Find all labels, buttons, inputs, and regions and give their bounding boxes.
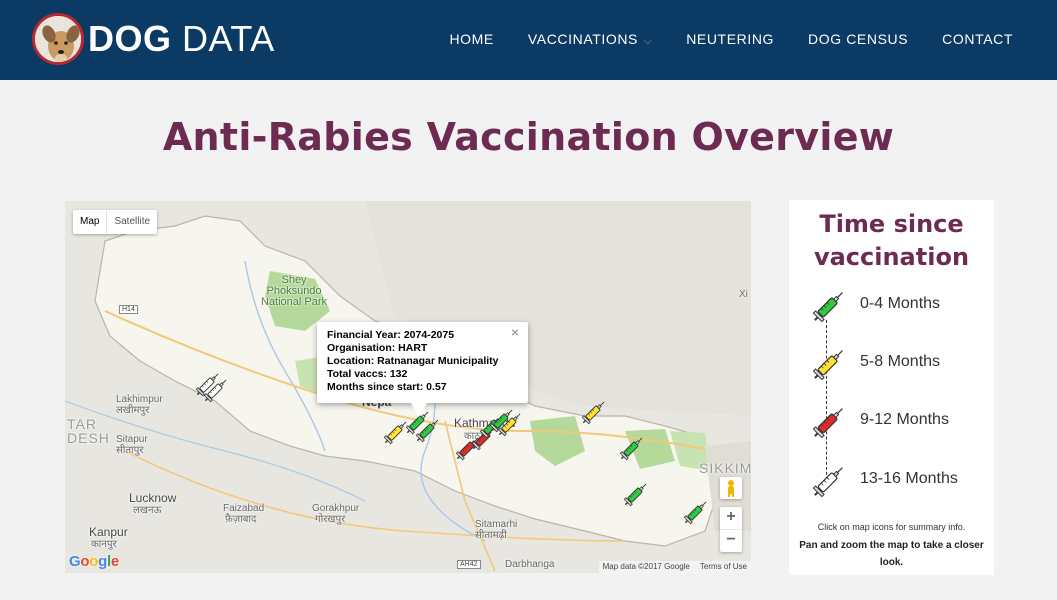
place-label-kathmandu-dev: काठमा: [464, 431, 489, 442]
zoom-out-button[interactable]: −: [720, 529, 742, 551]
page-title: Anti-Rabies Vaccination Overview: [162, 115, 895, 159]
place-label-sikkim: SIKKIM: [699, 460, 751, 476]
syringe-icon: [812, 350, 843, 381]
place-label-faizabad-dev: फ़ैज़ाबाद: [225, 514, 257, 525]
place-label-kathmandu: Kathmandu: [454, 416, 516, 430]
close-icon[interactable]: ×: [511, 325, 519, 339]
info-window-tail: [411, 403, 427, 417]
terms-of-use-link[interactable]: Terms of Use: [700, 562, 747, 572]
place-label-lucknow: Lucknow: [129, 491, 177, 505]
info-window: × Financial Year: 2074-2075 Organisation…: [317, 322, 528, 403]
info-location: Location: Ratnanagar Municipality: [327, 355, 499, 367]
info-financial-year: Financial Year: 2074-2075: [327, 329, 455, 341]
place-label-gorakhpur-dev: गोरखपुर: [315, 514, 346, 525]
nav-contact[interactable]: CONTACT: [942, 31, 1013, 47]
place-label-darbhanga: Darbhanga: [505, 559, 555, 570]
google-logo-letter: e: [110, 553, 119, 570]
place-label-faizabad: Faizabad: [223, 503, 265, 514]
legend-label: 0-4 Months: [860, 295, 941, 312]
nav-home[interactable]: HOME: [449, 31, 493, 47]
legend-item-9-12: 9-12 Months: [809, 402, 979, 442]
syringe-icon: [812, 408, 843, 439]
legend-title: Time since vaccination: [813, 210, 970, 271]
place-label-tar: TAR: [67, 416, 97, 432]
legend-label: 5-8 Months: [860, 353, 941, 370]
zoom-control: + −: [720, 507, 742, 552]
legend-item-13-16: 13-16 Months: [809, 461, 979, 501]
place-label-xi: Xi: [739, 289, 748, 300]
map-data-credit: Map data ©2017 Google: [602, 562, 690, 571]
map-hint-bold: Pan and zoom the map to take a closer lo…: [799, 540, 984, 568]
brand-bold: DOG: [88, 18, 172, 59]
place-label-kanpur-dev: कानपुर: [91, 539, 117, 550]
highway-shield-h14: H14: [119, 305, 138, 314]
info-months-since-start: Months since start: 0.57: [327, 381, 447, 393]
highway-shield-ah42: AH42: [457, 560, 481, 569]
chevron-down-icon: ⌵: [644, 36, 653, 47]
place-label-sitamarhi-dev: सीतामढ़ी: [475, 530, 507, 541]
place-label-lakhimpur: Lakhimpur: [116, 394, 163, 405]
vaccination-map[interactable]: Map Satellite Shey Phoksundo National Pa…: [65, 201, 751, 573]
legend-item-5-8: 5-8 Months: [809, 344, 979, 384]
brand-light: DATA: [182, 18, 275, 59]
map-attribution: Map data ©2017 Google Terms of Use: [598, 561, 751, 573]
site-brand[interactable]: DOG DATA: [88, 18, 275, 60]
info-organisation: Organisation: HART: [327, 342, 428, 354]
place-label-lakhimpur-dev: लखीमपुर: [116, 405, 150, 416]
nav-vaccinations[interactable]: VACCINATIONS ⌵: [528, 31, 652, 47]
map-type-map[interactable]: Map: [73, 210, 106, 234]
syringe-icon: [812, 292, 843, 323]
place-label-kanpur: Kanpur: [89, 525, 128, 539]
nav-vaccinations-label: VACCINATIONS: [527, 31, 638, 47]
main-nav: HOME VACCINATIONS ⌵ NEUTERING DOG CENSUS …: [415, 31, 1013, 47]
legend-panel: Time since vaccination 0-4 Months 5-8 Mo…: [789, 200, 994, 575]
place-label-shey: Shey Phoksundo National Park: [261, 274, 328, 308]
street-view-pegman-icon[interactable]: [720, 477, 742, 499]
place-label-sitamarhi: Sitamarhi: [475, 519, 518, 530]
map-type-control: Map Satellite: [73, 210, 158, 234]
site-header: DOG DATA HOME VACCINATIONS ⌵ NEUTERING DO…: [0, 0, 1057, 80]
map-hint: Click on map icons for summary info.: [817, 522, 966, 532]
nav-neutering[interactable]: NEUTERING: [686, 31, 774, 47]
legend-label: 9-12 Months: [860, 411, 949, 428]
place-label-sitapur-dev: सीतापुर: [116, 445, 144, 456]
nav-dog-census[interactable]: DOG CENSUS: [808, 31, 908, 47]
google-logo-letter: o: [80, 553, 90, 570]
google-logo-letter: o: [89, 553, 99, 570]
dog-logo[interactable]: [32, 13, 84, 65]
place-label-sitapur: Sitapur: [116, 434, 148, 445]
google-logo-letter: g: [98, 553, 107, 570]
place-label-lucknow-dev: लखनऊ: [133, 505, 162, 516]
google-logo[interactable]: Google: [69, 553, 119, 570]
zoom-in-button[interactable]: +: [720, 507, 742, 529]
google-logo-letter: G: [69, 553, 81, 570]
syringe-icon: [812, 467, 843, 498]
place-label-desh: DESH: [67, 430, 110, 446]
map-type-satellite[interactable]: Satellite: [106, 210, 157, 234]
legend-label: 13-16 Months: [860, 470, 958, 487]
info-total-vaccs: Total vaccs: 132: [327, 368, 408, 380]
place-label-gorakhpur: Gorakhpur: [312, 503, 360, 514]
legend-item-0-4: 0-4 Months: [809, 286, 979, 326]
